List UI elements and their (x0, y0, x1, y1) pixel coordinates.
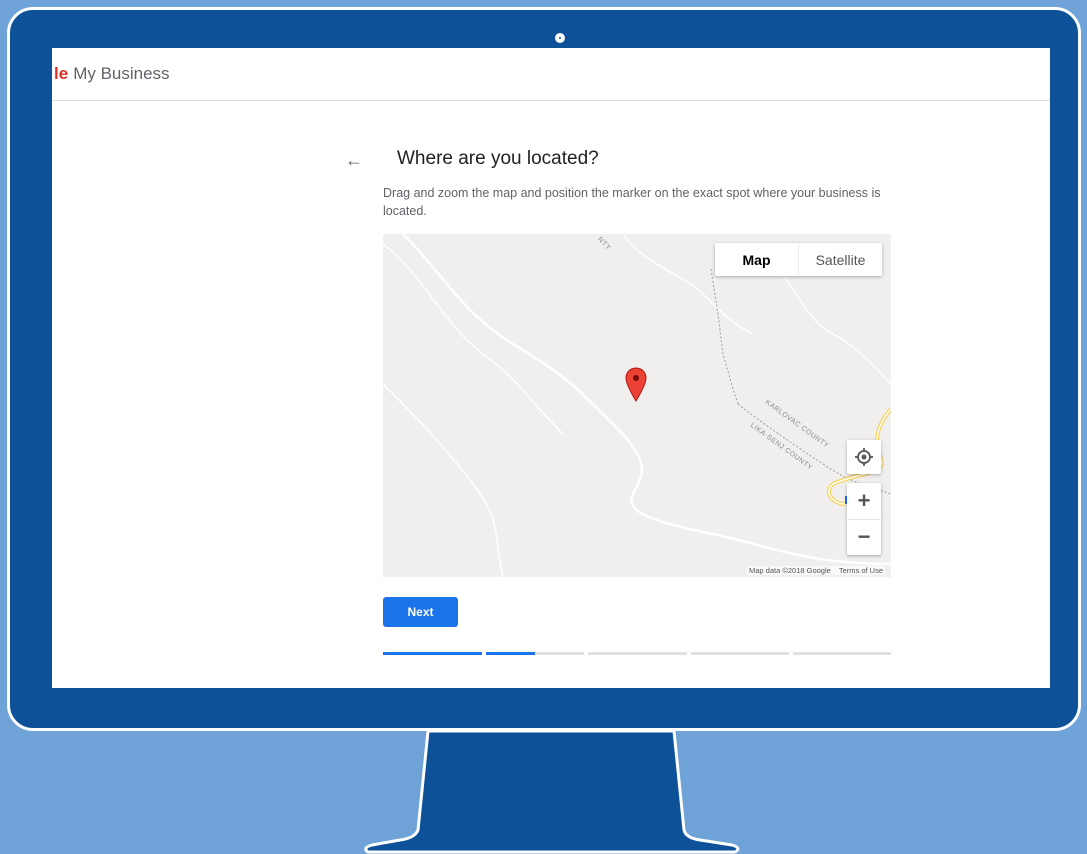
zoom-controls: + − (847, 483, 881, 555)
brand-logo-text: le (54, 64, 69, 83)
terms-of-use-link[interactable]: Terms of Use (839, 566, 883, 575)
map-type-toggle: Map Satellite (715, 243, 882, 276)
back-arrow-icon[interactable]: ← (344, 150, 364, 170)
progress-segment (588, 652, 687, 655)
progress-segment (793, 652, 891, 655)
location-map[interactable]: NTY KARLOVAC COUNTY LIKA-SENJ COUNTY Map… (383, 234, 891, 577)
zoom-in-button[interactable]: + (847, 483, 881, 520)
webcam (555, 33, 565, 43)
map-type-satellite-button[interactable]: Satellite (799, 243, 882, 276)
map-attribution: Map data ©2018 Google Terms of Use (746, 566, 885, 575)
my-location-button[interactable] (847, 440, 881, 474)
progress-segment-fill (486, 652, 535, 655)
brand-logo[interactable]: le My Business (54, 64, 170, 84)
map-roads (383, 234, 891, 577)
progress-segment-fill (383, 652, 482, 655)
next-button[interactable]: Next (383, 597, 458, 627)
product-name: My Business (73, 64, 170, 83)
progress-segment (486, 652, 584, 655)
map-type-map-button[interactable]: Map (715, 243, 799, 276)
zoom-out-button[interactable]: − (847, 520, 881, 556)
step-progress-bar (383, 652, 891, 656)
top-app-bar: le My Business (52, 48, 1050, 101)
progress-segment (691, 652, 789, 655)
progress-segment (383, 652, 482, 655)
screen: le My Business ← Where are you located? D… (52, 48, 1050, 688)
crosshair-icon (855, 448, 873, 466)
map-data-credit: Map data ©2018 Google (748, 566, 831, 575)
page-title: Where are you located? (397, 148, 599, 169)
map-marker-icon[interactable] (625, 367, 647, 403)
page-description: Drag and zoom the map and position the m… (383, 186, 881, 218)
